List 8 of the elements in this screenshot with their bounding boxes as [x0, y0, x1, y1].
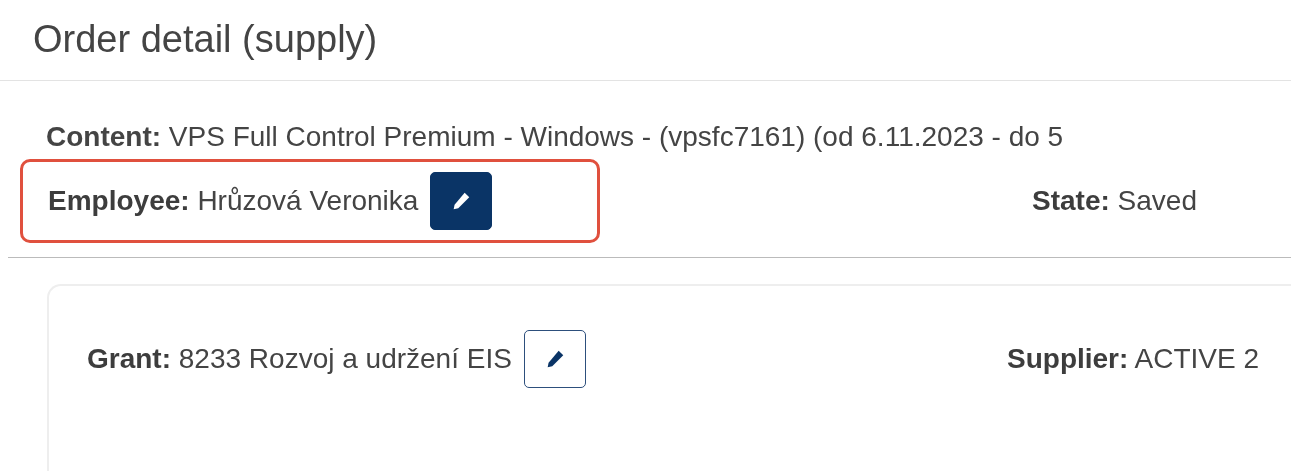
- state-field: State: Saved: [1032, 185, 1197, 217]
- employee-field: Employee: Hrůzová Veronika: [48, 185, 419, 217]
- content-field: Content: VPS Full Control Premium - Windows - (vpsfc7161) (od 6.11.2023 - do 5: [20, 121, 1291, 153]
- grant-field: Grant: 8233 Rozvoj a udržení EIS: [87, 342, 512, 375]
- supplier-field: Supplier: ACTIVE 2: [1007, 342, 1260, 375]
- edit-button[interactable]: [430, 172, 493, 230]
- page-title: Order detail (supply): [32, 17, 379, 62]
- edit-button[interactable]: [523, 329, 586, 388]
